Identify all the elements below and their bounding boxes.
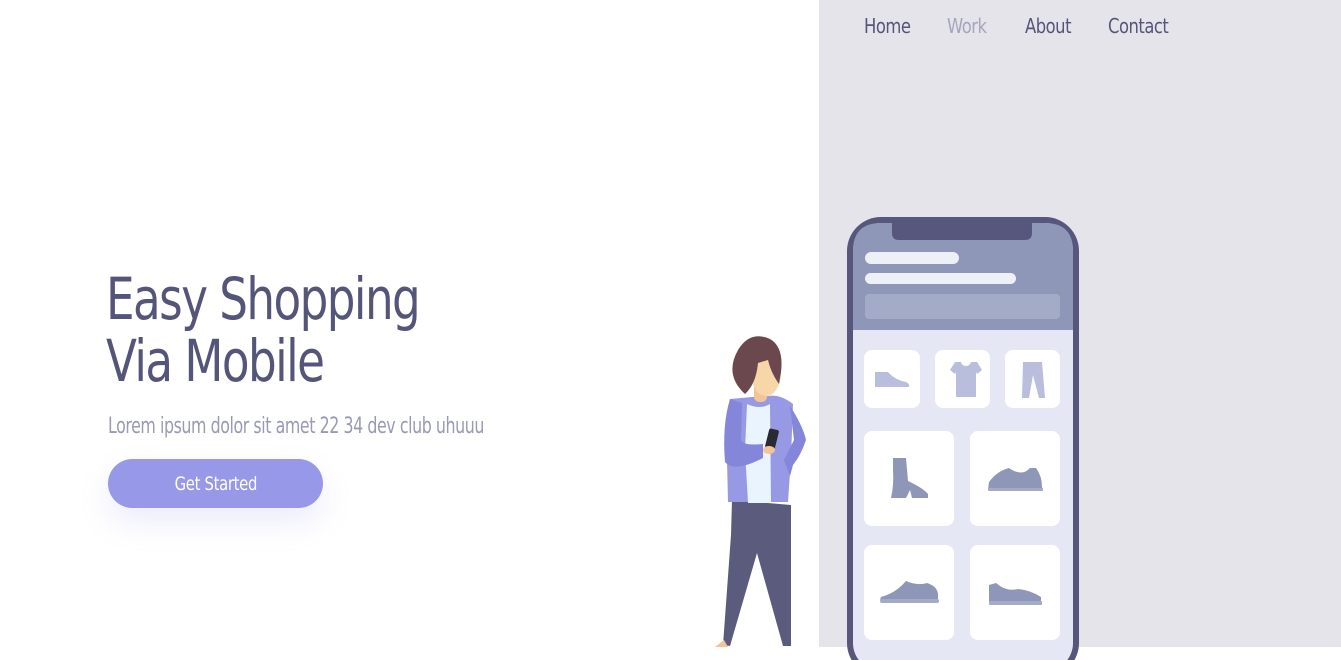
nav-home-link[interactable]: Home bbox=[864, 14, 932, 38]
hero-title-line-1: Easy Shopping bbox=[106, 265, 421, 333]
woman-figure-illustration bbox=[715, 336, 806, 647]
nav-about-link[interactable]: About bbox=[1025, 14, 1093, 38]
shopping-illustration bbox=[700, 200, 1100, 660]
hero-title-line-2: Via Mobile bbox=[106, 327, 325, 395]
nav-contact-link[interactable]: Contact bbox=[1108, 14, 1174, 38]
illustration-svg bbox=[715, 217, 1079, 660]
hero-subtitle: Lorem ipsum dolor sit amet 22 34 dev clu… bbox=[108, 414, 484, 439]
get-started-label: Get Started bbox=[174, 472, 257, 495]
phone-illustration bbox=[847, 217, 1079, 660]
top-nav: Home Work About Contact bbox=[864, 14, 1188, 38]
nav-work-link[interactable]: Work bbox=[947, 14, 1011, 38]
hero-title: Easy Shopping Via Mobile bbox=[106, 265, 421, 395]
get-started-button[interactable]: Get Started bbox=[108, 459, 323, 508]
